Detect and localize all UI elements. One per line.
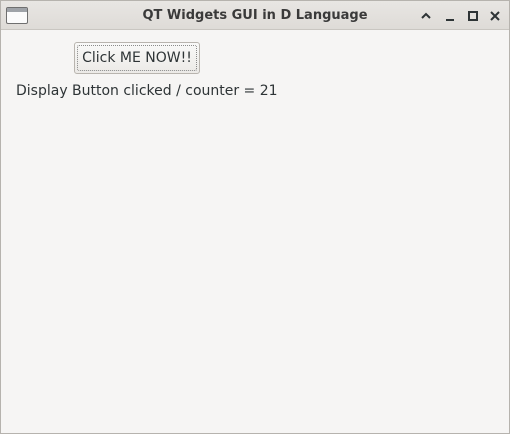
display-value: Button clicked / counter = 21 — [72, 83, 278, 99]
central-widget: Click ME NOW!! Display Button clicked / … — [1, 31, 509, 433]
app-window: QT Widgets GUI in D Language Click ME NO… — [0, 0, 510, 434]
title-bar[interactable]: QT Widgets GUI in D Language — [1, 1, 509, 30]
click-me-button[interactable]: Click ME NOW!! — [74, 42, 200, 74]
close-icon[interactable] — [487, 8, 503, 24]
display-label: Display — [16, 83, 68, 99]
chevron-up-icon[interactable] — [418, 8, 434, 24]
maximize-icon[interactable] — [465, 8, 481, 24]
minimize-icon[interactable] — [442, 8, 458, 24]
